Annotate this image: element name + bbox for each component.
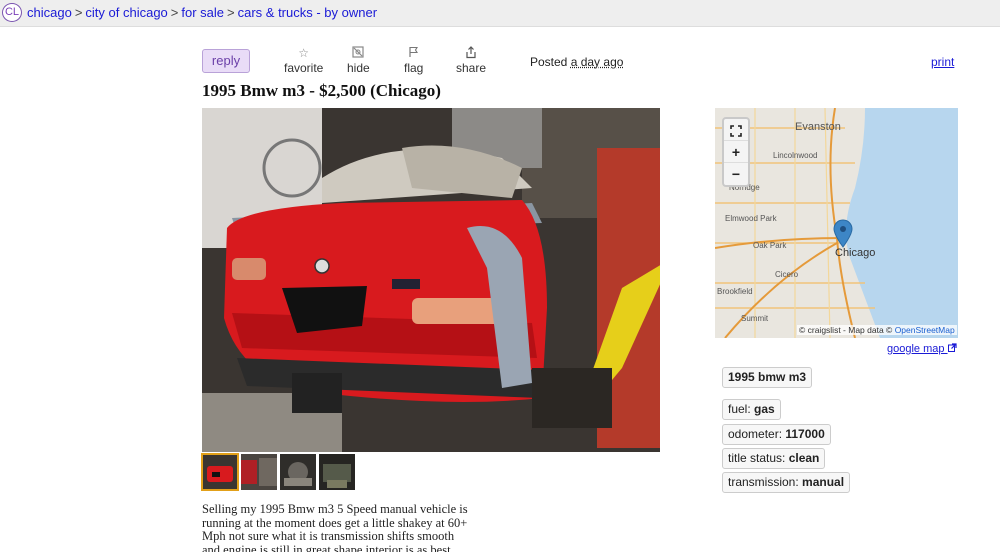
attr-fuel-value: gas <box>754 402 775 416</box>
flag-button[interactable]: flag <box>404 46 423 75</box>
map-label-summit: Summit <box>741 314 769 323</box>
posted-label: Posted <box>530 55 568 69</box>
attr-transmission-value: manual <box>802 475 845 489</box>
print-link[interactable]: print <box>931 55 954 69</box>
location-map[interactable]: Evanston Lincolnwood Norridge Elmwood Pa… <box>715 108 958 338</box>
attr-title-status-value: clean <box>788 451 820 465</box>
zoom-in-button[interactable]: + <box>724 141 748 163</box>
map-attribution: © craigslist - Map data © OpenStreetMap <box>797 325 957 335</box>
attr-fuel: fuel: gas <box>722 399 781 420</box>
breadcrumb-city-of-chicago[interactable]: city of chicago <box>85 5 167 20</box>
attr-odometer-value: 117000 <box>785 427 825 441</box>
zoom-out-button[interactable]: − <box>724 163 748 185</box>
breadcrumb-cars-trucks[interactable]: cars & trucks - by owner <box>238 5 377 20</box>
map-label-evanston: Evanston <box>795 121 841 133</box>
fullscreen-icon[interactable] <box>724 119 748 141</box>
breadcrumb-chicago[interactable]: chicago <box>27 5 72 20</box>
map-label-oak-park: Oak Park <box>753 241 787 250</box>
flag-label: flag <box>404 61 424 75</box>
thumbnail-3[interactable] <box>280 454 316 490</box>
attr-transmission: transmission: manual <box>722 472 851 493</box>
posted-time: a day ago <box>570 55 624 69</box>
hide-button[interactable]: hide <box>347 46 370 75</box>
map-label-cicero: Cicero <box>775 270 799 279</box>
map-label-chicago: Chicago <box>835 247 875 259</box>
attr-odometer-label: odometer: <box>728 427 783 441</box>
listing-description: Selling my 1995 Bmw m3 5 Speed manual ve… <box>202 502 468 552</box>
share-button[interactable]: share <box>456 46 486 75</box>
google-map-label: google map <box>887 343 945 355</box>
flag-icon <box>404 46 423 60</box>
map-attribution-text: © craigslist - Map data © <box>799 325 893 335</box>
attr-fuel-label: fuel: <box>728 402 751 416</box>
thumbnail-1[interactable] <box>201 453 239 491</box>
listing-main-photo[interactable] <box>202 108 660 452</box>
map-label-brookfield: Brookfield <box>717 287 753 296</box>
external-link-icon <box>947 343 957 355</box>
breadcrumb-separator: > <box>74 5 83 20</box>
star-icon: ☆ <box>298 46 310 60</box>
breadcrumb: chicago > city of chicago > for sale > cars & … <box>27 5 377 20</box>
attr-odometer: odometer: 117000 <box>722 424 831 445</box>
share-label: share <box>456 61 487 75</box>
attr-headline: 1995 bmw m3 <box>722 367 813 388</box>
breadcrumb-bar: CL chicago > city of chicago > for sale > cars… <box>0 0 1000 27</box>
craigslist-logo[interactable]: CL <box>2 3 22 22</box>
listing-title: 1995 Bmw m3 - $2,500 (Chicago) <box>202 81 441 100</box>
favorite-button[interactable]: ☆ favorite <box>284 46 323 75</box>
breadcrumb-separator: > <box>170 5 179 20</box>
attr-headline-value: 1995 bmw m3 <box>728 370 807 384</box>
breadcrumb-separator: > <box>227 5 235 20</box>
map-label-lincolnwood: Lincolnwood <box>773 151 817 160</box>
map-label-elmwood-park: Elmwood Park <box>725 214 778 223</box>
favorite-label: favorite <box>284 61 324 75</box>
google-map-link[interactable]: google map <box>887 343 957 355</box>
attr-title-status: title status: clean <box>722 448 826 469</box>
share-icon <box>456 46 486 60</box>
breadcrumb-for-sale[interactable]: for sale <box>181 5 224 20</box>
attr-transmission-label: transmission: <box>728 475 799 489</box>
hide-icon <box>347 46 370 60</box>
openstreetmap-link[interactable]: OpenStreetMap <box>895 325 955 335</box>
thumbnail-2[interactable] <box>241 454 277 490</box>
thumbnail-4[interactable] <box>319 454 355 490</box>
attr-title-status-label: title status: <box>728 451 786 465</box>
reply-button[interactable]: reply <box>202 49 250 73</box>
map-controls: + − <box>722 117 750 187</box>
posted-info: Posted a day ago <box>530 55 623 69</box>
hide-label: hide <box>347 61 370 75</box>
